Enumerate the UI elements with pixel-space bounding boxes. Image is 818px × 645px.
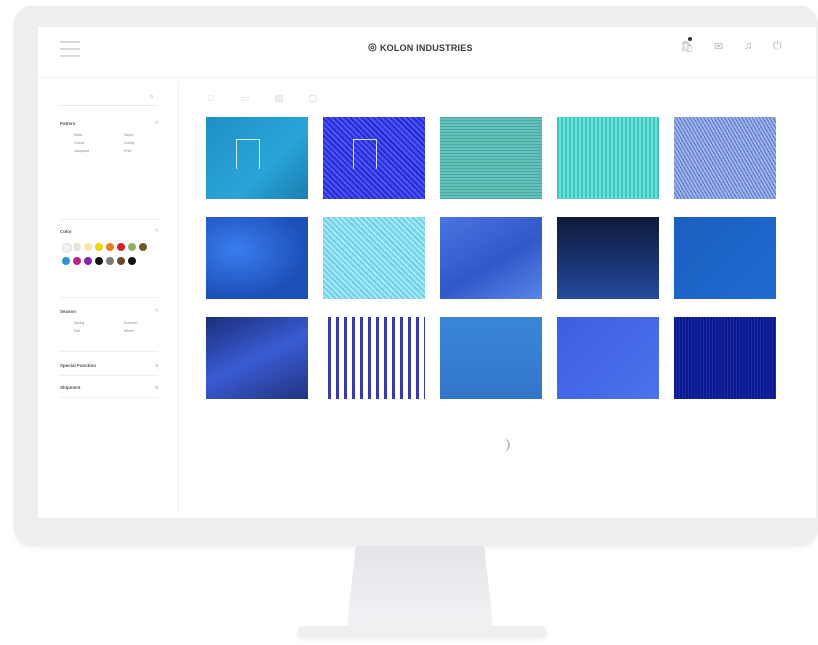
option-check[interactable]: Check — [74, 141, 124, 145]
color-swatch[interactable] — [95, 257, 103, 265]
filter-special-function: Special Function v — [60, 363, 158, 371]
option-summer[interactable]: Summer — [124, 321, 164, 325]
divider — [60, 297, 158, 298]
option-stripe[interactable]: Stripe — [124, 133, 164, 137]
fabric-swatch-tile[interactable] — [440, 117, 542, 199]
fabric-swatch-tile[interactable] — [206, 317, 308, 399]
mail-icon[interactable]: ✉ — [714, 40, 723, 53]
fabric-swatch-tile[interactable] — [674, 317, 776, 399]
fabric-swatch-tile[interactable] — [440, 217, 542, 299]
divider — [60, 219, 158, 220]
color-swatch[interactable] — [62, 257, 70, 265]
fabric-swatch-tile[interactable] — [206, 217, 308, 299]
color-swatch[interactable] — [84, 243, 92, 251]
search-icon[interactable]: ⌕ — [150, 92, 154, 102]
color-swatch[interactable] — [117, 257, 125, 265]
filter-color: Color ^ — [60, 229, 158, 265]
color-swatch[interactable] — [73, 243, 81, 251]
fabric-swatch-tile[interactable] — [206, 117, 308, 199]
option-solid[interactable]: Solid — [74, 133, 124, 137]
color-swatch[interactable] — [73, 257, 81, 265]
color-swatches — [60, 243, 158, 265]
cart-notification-dot — [688, 37, 692, 41]
filter-sidebar: ⌕ Pattern ^ Solid Stripe Check Dobby Jac… — [60, 83, 179, 513]
fabric-swatch-tile[interactable] — [674, 117, 776, 199]
bookmark-icon — [236, 139, 260, 169]
color-swatch[interactable] — [128, 257, 136, 265]
monitor-stand-neck — [347, 546, 493, 628]
color-swatch[interactable] — [117, 243, 125, 251]
divider — [60, 375, 158, 376]
option-jacquard[interactable]: Jacquard — [74, 149, 124, 153]
loading-spinner-icon — [496, 438, 510, 452]
view-toolbar: □ ▭ ▤ ▢ — [206, 93, 318, 104]
fabric-swatch-tile[interactable] — [323, 117, 425, 199]
divider — [60, 351, 158, 352]
chevron-down-icon[interactable]: v — [155, 385, 158, 391]
grid-view-icon[interactable]: □ — [206, 93, 216, 104]
brand-mark-icon: ◎ — [368, 42, 377, 53]
option-winter[interactable]: Winter — [124, 329, 164, 333]
brand-logo[interactable]: ◎ KOLON INDUSTRIES — [368, 42, 473, 53]
bookmark-icon — [353, 139, 377, 169]
list-view-icon[interactable]: ▭ — [240, 93, 250, 104]
filter-icon[interactable]: ▢ — [308, 93, 318, 104]
color-swatch[interactable] — [106, 257, 114, 265]
header: ◎ KOLON INDUSTRIES 🛍 ✉ ♫ ⏻ — [38, 27, 816, 78]
fabric-swatch-tile[interactable] — [323, 317, 425, 399]
chevron-up-icon[interactable]: ^ — [155, 121, 158, 127]
divider — [60, 397, 158, 398]
search-input[interactable]: ⌕ — [60, 91, 156, 106]
fabric-swatch-tile[interactable] — [557, 317, 659, 399]
filter-special-function-header[interactable]: Special Function v — [60, 363, 158, 371]
brand-name: KOLON INDUSTRIES — [379, 42, 473, 53]
option-dobby[interactable]: Dobby — [124, 141, 164, 145]
fabric-swatch-tile[interactable] — [323, 217, 425, 299]
filter-shipment-header[interactable]: Shipment v — [60, 385, 158, 393]
power-icon[interactable]: ⏻ — [773, 40, 782, 53]
color-swatch[interactable] — [62, 243, 72, 253]
app-screen: ◎ KOLON INDUSTRIES 🛍 ✉ ♫ ⏻ ⌕ Pattern ^ S… — [38, 27, 816, 518]
bell-icon[interactable]: ♫ — [744, 40, 752, 52]
menu-icon[interactable] — [60, 41, 80, 57]
option-print[interactable]: Print — [124, 149, 164, 153]
chevron-up-icon[interactable]: ^ — [155, 229, 158, 235]
color-swatch[interactable] — [84, 257, 92, 265]
filter-color-header[interactable]: Color ^ — [60, 229, 158, 237]
monitor-frame: ◎ KOLON INDUSTRIES 🛍 ✉ ♫ ⏻ ⌕ Pattern ^ S… — [14, 6, 818, 546]
fabric-swatch-tile[interactable] — [440, 317, 542, 399]
color-swatch[interactable] — [128, 243, 136, 251]
option-fall[interactable]: Fall — [74, 329, 124, 333]
color-swatch[interactable] — [106, 243, 114, 251]
pattern-options: Solid Stripe Check Dobby Jacquard Print — [60, 133, 158, 153]
monitor-stand-base — [298, 626, 546, 636]
filter-pattern: Pattern ^ Solid Stripe Check Dobby Jacqu… — [60, 121, 158, 153]
filter-pattern-header[interactable]: Pattern ^ — [60, 121, 158, 129]
filter-shipment: Shipment v — [60, 385, 158, 393]
fabric-swatch-tile[interactable] — [557, 217, 659, 299]
fabric-swatch-tile[interactable] — [557, 117, 659, 199]
color-swatch[interactable] — [95, 243, 103, 251]
filter-season-header[interactable]: Season ^ — [60, 309, 158, 317]
option-spring[interactable]: Spring — [74, 321, 124, 325]
chevron-up-icon[interactable]: ^ — [155, 309, 158, 315]
chevron-down-icon[interactable]: v — [155, 363, 158, 369]
sort-icon[interactable]: ▤ — [274, 93, 284, 104]
cart-icon[interactable]: 🛍 — [680, 37, 694, 53]
season-options: Spring Summer Fall Winter — [60, 321, 158, 333]
fabric-swatch-tile[interactable] — [674, 217, 776, 299]
color-swatch[interactable] — [139, 243, 147, 251]
filter-season: Season ^ Spring Summer Fall Winter — [60, 309, 158, 333]
